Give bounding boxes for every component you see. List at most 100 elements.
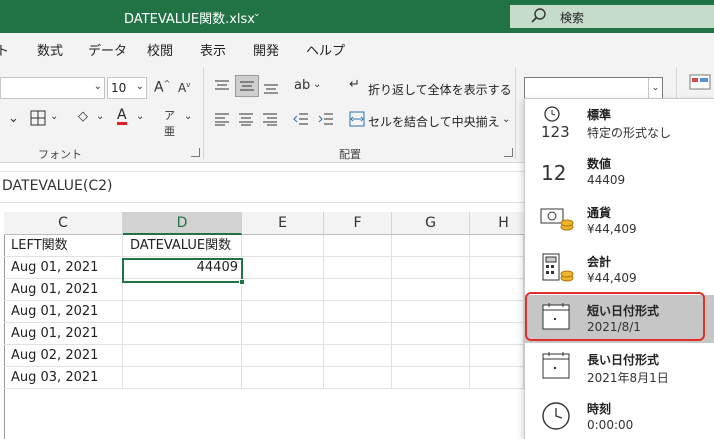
shrink-font-icon[interactable]: Av	[178, 81, 190, 95]
phonetic-icon[interactable]: ア亜	[164, 107, 175, 139]
chevron-down-icon[interactable]: ⌄	[50, 111, 58, 122]
chevron-down-icon[interactable]: ⌄	[502, 114, 510, 125]
tab-help[interactable]: ヘルプ	[306, 40, 345, 59]
cell-f1[interactable]	[324, 235, 392, 257]
formula-text[interactable]: DATEVALUE(C2)	[2, 178, 112, 194]
cell-g1[interactable]	[392, 235, 470, 257]
cell-c1[interactable]: LEFT関数	[4, 235, 123, 257]
chevron-down-icon[interactable]: ⌄	[96, 111, 104, 122]
format-option-3[interactable]: 会計 ¥44,409	[525, 246, 714, 294]
cell-g7[interactable]	[392, 367, 470, 389]
cell-g3[interactable]	[392, 279, 470, 301]
cell-e5[interactable]	[242, 323, 324, 345]
format-option-1[interactable]: 12 数値 44409	[525, 148, 714, 196]
cell-f2[interactable]	[324, 257, 392, 279]
dialog-launcher-icon[interactable]	[504, 148, 513, 157]
cell-f5[interactable]	[324, 323, 392, 345]
column-header-d[interactable]: D	[123, 212, 242, 235]
cell-h4[interactable]	[470, 301, 524, 323]
fill-handle[interactable]	[239, 279, 245, 285]
cell-h6[interactable]	[470, 345, 524, 367]
document-title[interactable]: DATEVALUE関数.xlsx	[124, 8, 255, 27]
cell-e1[interactable]	[242, 235, 324, 257]
cell-c5[interactable]: Aug 01, 2021	[4, 323, 123, 345]
cell-e7[interactable]	[242, 367, 324, 389]
number-format-box[interactable]: ⌄	[524, 77, 663, 99]
cell-d6[interactable]	[123, 345, 242, 367]
cell-e4[interactable]	[242, 301, 324, 323]
font-name-box[interactable]: ⌄	[0, 77, 105, 99]
cell-f6[interactable]	[324, 345, 392, 367]
fill-color-icon[interactable]: ◇	[78, 109, 88, 124]
formula-bar[interactable]: DATEVALUE(C2)	[0, 171, 524, 203]
search-icon	[531, 8, 546, 23]
format-option-0[interactable]: 123 標準 特定の形式なし	[525, 99, 714, 147]
cell-d1[interactable]: DATEVALUE関数	[123, 235, 242, 257]
chevron-down-icon[interactable]: ⌄	[136, 81, 144, 92]
dialog-launcher-icon[interactable]	[191, 148, 200, 157]
cell-e2[interactable]	[242, 257, 324, 279]
cell-h7[interactable]	[470, 367, 524, 389]
font-color-icon[interactable]: A	[117, 108, 127, 125]
borders-icon[interactable]	[30, 110, 46, 126]
align-bottom-icon[interactable]	[263, 79, 279, 95]
cell-g2[interactable]	[392, 257, 470, 279]
cell-g5[interactable]	[392, 323, 470, 345]
cell-d5[interactable]	[123, 323, 242, 345]
chevron-down-icon[interactable]: ⌄	[313, 79, 321, 90]
grow-font-icon[interactable]: A^	[154, 79, 170, 96]
align-top-icon[interactable]	[214, 79, 230, 93]
cell-f7[interactable]	[324, 367, 392, 389]
chevron-down-icon[interactable]: ⌄	[648, 78, 662, 98]
align-right-icon[interactable]	[262, 112, 278, 126]
cell-g4[interactable]	[392, 301, 470, 323]
wrap-text-icon[interactable]: ↵	[349, 77, 360, 92]
cell-c6[interactable]: Aug 02, 2021	[4, 345, 123, 367]
tab-developer[interactable]: 開発	[253, 40, 279, 59]
cell-c2[interactable]: Aug 01, 2021	[4, 257, 123, 279]
format-option-6[interactable]: 時刻 0:00:00	[525, 393, 714, 439]
cell-d4[interactable]	[123, 301, 242, 323]
chevron-down-icon[interactable]: ⌄	[136, 111, 144, 122]
conditional-format-icon[interactable]	[686, 71, 714, 101]
cell-e6[interactable]	[242, 345, 324, 367]
cell-c7[interactable]: Aug 03, 2021	[4, 367, 123, 389]
decrease-indent-icon[interactable]	[293, 112, 309, 126]
cell-h2[interactable]	[470, 257, 524, 279]
cell-c3[interactable]: Aug 01, 2021	[4, 279, 123, 301]
wrap-text-button[interactable]: 折り返して全体を表示する	[368, 81, 512, 98]
column-header-f[interactable]: F	[324, 212, 392, 235]
tab-formulas[interactable]: 数式	[37, 40, 63, 59]
title-dropdown-icon[interactable]: ⌄	[253, 9, 261, 19]
merge-center-icon[interactable]	[349, 111, 365, 127]
cell-f4[interactable]	[324, 301, 392, 323]
format-option-5[interactable]: 長い日付形式 2021年8月1日	[525, 344, 714, 392]
merge-center-button[interactable]: セルを結合して中央揃え	[368, 113, 500, 130]
tab-insert-partial[interactable]: ト	[0, 40, 9, 59]
column-header-g[interactable]: G	[392, 212, 470, 235]
tab-data[interactable]: データ	[88, 40, 127, 59]
cell-e3[interactable]	[242, 279, 324, 301]
align-left-icon[interactable]	[214, 112, 230, 126]
cell-g6[interactable]	[392, 345, 470, 367]
cell-d7[interactable]	[123, 367, 242, 389]
tab-review[interactable]: 校閲	[147, 40, 173, 59]
chevron-down-icon[interactable]: ⌄	[184, 111, 192, 122]
format-option-2[interactable]: 通貨 ¥44,409	[525, 197, 714, 245]
orientation-icon[interactable]: ab	[294, 78, 310, 93]
cell-f3[interactable]	[324, 279, 392, 301]
tab-view[interactable]: 表示	[200, 40, 226, 59]
cell-h1[interactable]	[470, 235, 524, 257]
increase-indent-icon[interactable]	[318, 112, 334, 126]
cell-h3[interactable]	[470, 279, 524, 301]
cell-h5[interactable]	[470, 323, 524, 345]
column-header-c[interactable]: C	[4, 212, 123, 235]
align-middle-button[interactable]	[235, 75, 259, 97]
font-size-box[interactable]: 10 ⌄	[107, 77, 147, 99]
chevron-down-icon[interactable]: ⌄	[94, 81, 102, 92]
align-center-icon[interactable]	[238, 112, 254, 126]
chevron-down-icon[interactable]: ⌄	[8, 111, 19, 126]
cell-c4[interactable]: Aug 01, 2021	[4, 301, 123, 323]
search-box[interactable]: 検索	[510, 5, 714, 28]
column-header-e[interactable]: E	[242, 212, 324, 235]
